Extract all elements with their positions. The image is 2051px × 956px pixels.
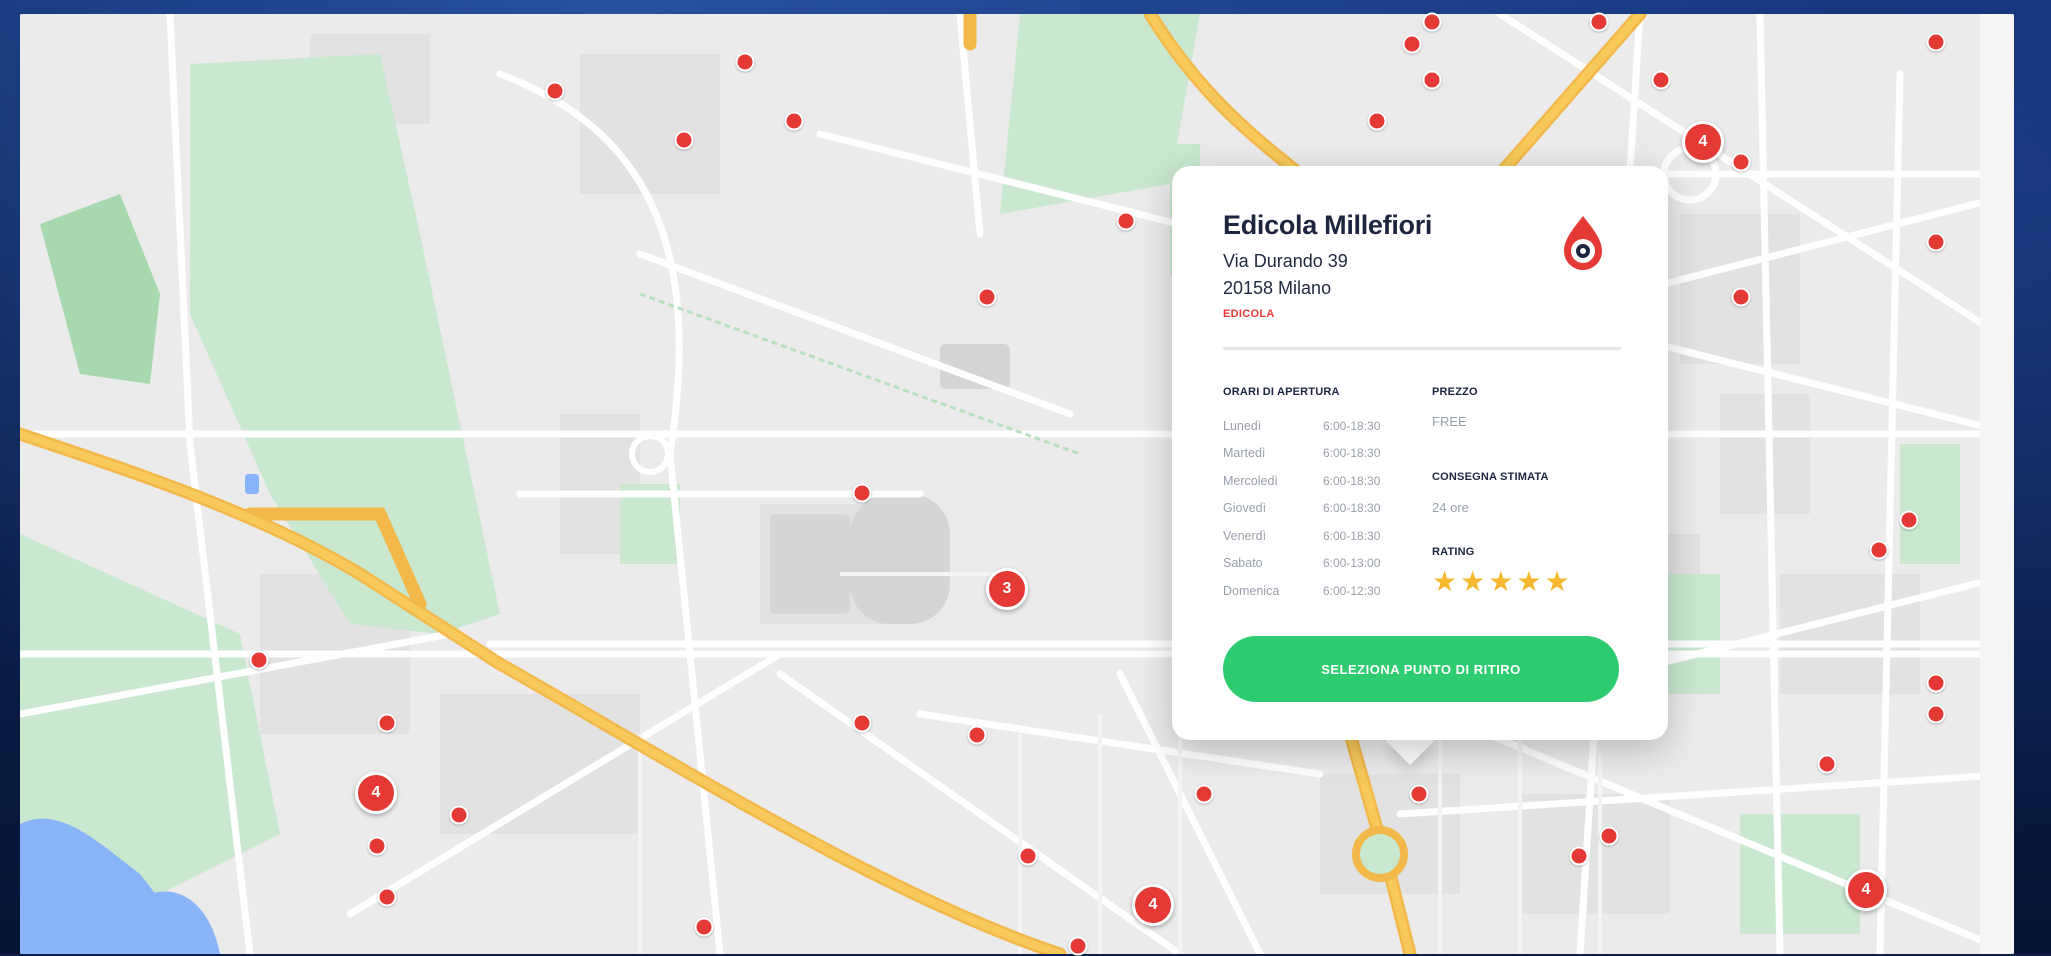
map-pin[interactable] — [1599, 826, 1619, 846]
map-pin[interactable] — [1926, 673, 1946, 693]
map-pin[interactable] — [1409, 784, 1429, 804]
map-pin[interactable] — [1926, 704, 1946, 724]
map-pin[interactable] — [1869, 540, 1889, 560]
map-pin[interactable] — [1194, 784, 1214, 804]
map-pin[interactable] — [784, 111, 804, 131]
address-city: 20158 Milano — [1223, 278, 1332, 298]
store-address: Via Durando 39 20158 Milano — [1223, 248, 1348, 302]
map-pin[interactable] — [1651, 70, 1671, 90]
hours-row: Venerdì 6:00-18:30 — [1223, 522, 1403, 550]
map-pin[interactable] — [1569, 846, 1589, 866]
map-pin[interactable] — [545, 81, 565, 101]
map-pin[interactable] — [1116, 211, 1136, 231]
hours-row: Sabato 6:00-13:00 — [1223, 550, 1403, 578]
hours-day: Martedì — [1223, 446, 1266, 461]
hours-row: Martedì 6:00-18:30 — [1223, 440, 1403, 468]
map-pin[interactable] — [977, 287, 997, 307]
droplet-logo-icon — [1564, 216, 1602, 270]
map-pin[interactable] — [967, 725, 987, 745]
map-pin[interactable] — [1926, 32, 1946, 52]
address-street: Via Durando 39 — [1223, 251, 1348, 271]
map-pin[interactable] — [1589, 12, 1609, 32]
hours-time: 6:00-18:30 — [1323, 528, 1381, 543]
map-cluster-marker[interactable]: 4 — [1682, 121, 1724, 163]
opening-hours-table: Lunedì 6:00-18:30 Martedì 6:00-18:30 Mer… — [1223, 412, 1403, 605]
map-pin[interactable] — [852, 483, 872, 503]
hours-day: Lunedì — [1223, 418, 1262, 433]
delivery-label: CONSEGNA STIMATA — [1432, 471, 1549, 483]
map-pin[interactable] — [1899, 510, 1919, 530]
store-category: EDICOLA — [1223, 308, 1275, 320]
map-pin[interactable] — [1926, 232, 1946, 252]
star-icon: ★ — [1460, 566, 1486, 597]
map-cluster-marker[interactable]: 4 — [1132, 884, 1174, 926]
star-icon: ★ — [1516, 566, 1542, 597]
hours-row: Domenica 6:00-12:30 — [1223, 577, 1403, 605]
hours-row: Lunedì 6:00-18:30 — [1223, 412, 1403, 440]
map-pin[interactable] — [1367, 111, 1387, 131]
map-pin[interactable] — [449, 805, 469, 825]
hours-time: 6:00-13:00 — [1323, 556, 1381, 571]
map-pin[interactable] — [1068, 936, 1088, 956]
star-icon: ★ — [1544, 566, 1570, 597]
map-pin[interactable] — [735, 52, 755, 72]
hours-time: 6:00-18:30 — [1323, 446, 1381, 461]
hours-time: 6:00-18:30 — [1323, 501, 1381, 516]
pickup-point-popup: Edicola Millefiori Via Durando 39 20158 … — [1172, 166, 1668, 740]
price-label: PREZZO — [1432, 386, 1478, 398]
map-cluster-marker[interactable]: 3 — [986, 568, 1028, 610]
delivery-value: 24 ore — [1432, 500, 1469, 515]
map-pin[interactable] — [1817, 754, 1837, 774]
hours-day: Mercoledì — [1223, 473, 1278, 488]
map-pin[interactable] — [674, 130, 694, 150]
star-icon: ★ — [1432, 566, 1458, 597]
star-icon: ★ — [1488, 566, 1514, 597]
map-edge-strip — [1980, 14, 2014, 954]
map-pin[interactable] — [367, 836, 387, 856]
hours-row: Mercoledì 6:00-18:30 — [1223, 467, 1403, 495]
hours-row: Giovedì 6:00-18:30 — [1223, 495, 1403, 523]
store-name: Edicola Millefiori — [1223, 210, 1433, 240]
rating-label: RATING — [1432, 546, 1475, 558]
hours-time: 6:00-18:30 — [1323, 418, 1381, 433]
hours-day: Sabato — [1223, 556, 1263, 571]
map-pin[interactable] — [1422, 70, 1442, 90]
map-pin[interactable] — [694, 917, 714, 937]
hours-day: Giovedì — [1223, 501, 1267, 516]
map-pin[interactable] — [1731, 287, 1751, 307]
hours-time: 6:00-18:30 — [1323, 473, 1381, 488]
map-pin[interactable] — [377, 887, 397, 907]
map-pin[interactable] — [377, 713, 397, 733]
map-pin[interactable] — [1731, 152, 1751, 172]
map-pin[interactable] — [1422, 12, 1442, 32]
price-value: FREE — [1432, 414, 1467, 429]
hours-day: Domenica — [1223, 583, 1280, 598]
map-cluster-marker[interactable]: 4 — [1845, 869, 1887, 911]
rating-stars: ★ ★ ★ ★ ★ — [1432, 568, 1570, 596]
hours-day: Venerdì — [1223, 528, 1267, 543]
map-pin[interactable] — [1402, 34, 1422, 54]
map-cluster-marker[interactable]: 4 — [355, 772, 397, 814]
map-pin[interactable] — [852, 713, 872, 733]
map-pin[interactable] — [249, 650, 269, 670]
select-pickup-point-button[interactable]: SELEZIONA PUNTO DI RITIRO — [1223, 636, 1619, 702]
opening-hours-label: ORARI DI APERTURA — [1223, 386, 1340, 398]
hours-time: 6:00-12:30 — [1323, 583, 1381, 598]
divider — [1223, 347, 1621, 350]
map-pin[interactable] — [1018, 846, 1038, 866]
